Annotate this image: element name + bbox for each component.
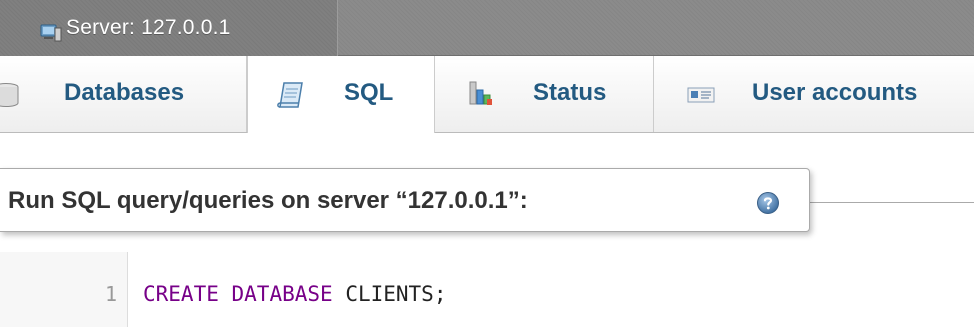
sql-identifier: CLIENTS;	[345, 282, 447, 306]
tab-status[interactable]: Status	[435, 56, 654, 132]
tab-label: User accounts	[752, 79, 918, 106]
line-number-gutter: 1	[0, 252, 128, 327]
server-bar: Server: 127.0.0.1	[0, 0, 974, 56]
sql-keyword: DATABASE	[231, 282, 333, 306]
query-panel-legend: Run SQL query/queries on server “127.0.0…	[0, 168, 810, 232]
sql-editor[interactable]: 1 CREATE DATABASE CLIENTS;	[0, 252, 974, 327]
sql-keyword: CREATE	[143, 282, 219, 306]
tab-strip: Databases SQL Status User accounts	[0, 56, 974, 133]
tab-user-accounts[interactable]: User accounts	[654, 56, 974, 132]
code-line[interactable]: CREATE DATABASE CLIENTS;	[143, 282, 446, 306]
server-breadcrumb[interactable]: Server: 127.0.0.1	[0, 0, 338, 56]
database-icon	[0, 83, 19, 107]
query-panel-title: Run SQL query/queries on server “127.0.0…	[8, 187, 528, 214]
server-label: Server: 127.0.0.1	[66, 16, 231, 39]
tab-label: Status	[533, 79, 607, 106]
line-number: 1	[104, 282, 117, 306]
tab-databases[interactable]: Databases	[0, 56, 247, 132]
sql-document-icon	[277, 82, 303, 108]
server-icon	[40, 24, 62, 42]
tab-label: Databases	[64, 79, 185, 106]
tab-label: SQL	[344, 79, 394, 106]
user-accounts-icon	[687, 87, 715, 103]
tab-sql[interactable]: SQL	[247, 56, 435, 133]
help-icon[interactable]	[756, 191, 780, 215]
status-chart-icon	[469, 81, 492, 105]
